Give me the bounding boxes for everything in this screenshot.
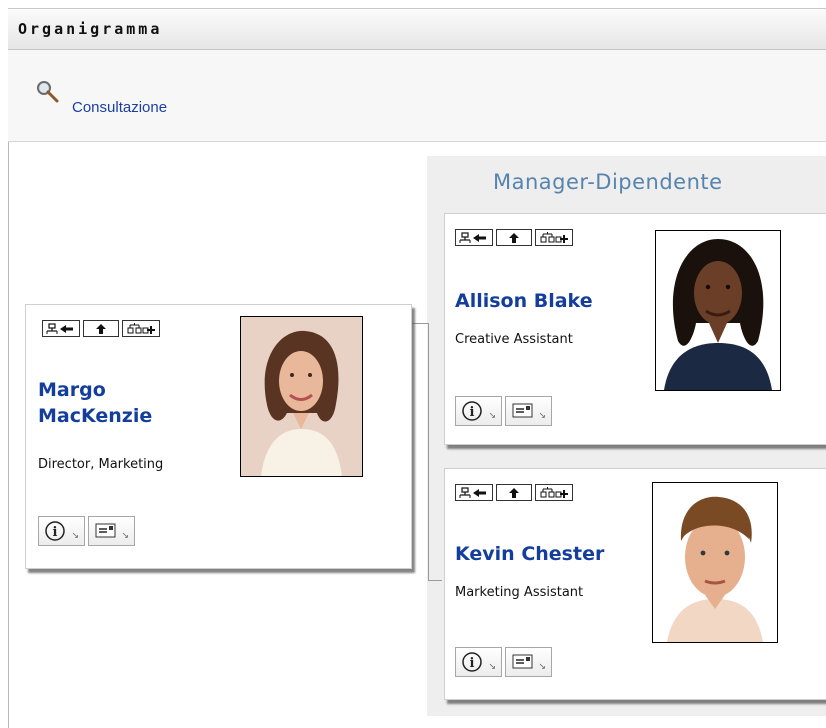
go-up-icon	[509, 232, 519, 243]
go-up-button[interactable]	[496, 484, 532, 501]
email-icon	[512, 654, 533, 669]
person-name-link[interactable]: Allison Blake	[455, 288, 593, 314]
go-up-button[interactable]	[496, 229, 532, 246]
connector-line	[412, 323, 429, 324]
go-up-button[interactable]	[83, 320, 119, 337]
card-nav	[455, 229, 573, 246]
show-reports-icon	[540, 231, 568, 243]
lookup-link[interactable]: Consultazione	[72, 99, 167, 116]
info-icon: i	[45, 521, 65, 541]
card-actions: i ↘ ↘	[455, 647, 552, 677]
go-up-icon	[96, 323, 106, 334]
connector-line	[428, 580, 442, 581]
title-bar: Organigramma	[8, 8, 826, 50]
magnifier-icon[interactable]	[36, 80, 60, 104]
email-icon	[512, 403, 533, 418]
show-reports-icon	[127, 322, 155, 334]
svg-text:i: i	[470, 405, 475, 420]
person-photo	[655, 230, 781, 391]
show-reports-icon	[540, 486, 568, 498]
show-reports-button[interactable]	[535, 484, 573, 501]
card-nav	[42, 320, 160, 337]
panel-title: Manager-Dipendente	[493, 170, 723, 194]
info-icon: i	[462, 652, 482, 672]
show-reports-button[interactable]	[535, 229, 573, 246]
card-actions: i ↘ ↘	[38, 516, 135, 546]
card-nav	[455, 484, 573, 501]
person-role: Marketing Assistant	[455, 585, 584, 600]
card-actions: i ↘ ↘	[455, 396, 552, 426]
show-manager-button[interactable]	[455, 484, 493, 501]
person-photo	[240, 316, 363, 477]
email-button[interactable]: ↘	[88, 516, 135, 546]
email-button[interactable]: ↘	[505, 647, 552, 677]
toolbar	[8, 50, 826, 142]
connector-line	[428, 323, 429, 581]
info-icon: i	[462, 401, 482, 421]
info-button[interactable]: i ↘	[455, 396, 502, 426]
email-icon	[95, 523, 116, 538]
person-role: Director, Marketing	[38, 457, 164, 472]
svg-text:i: i	[470, 656, 475, 671]
person-role: Creative Assistant	[455, 332, 573, 347]
show-manager-icon	[459, 231, 486, 243]
svg-text:i: i	[53, 525, 58, 540]
info-button[interactable]: i ↘	[455, 647, 502, 677]
person-name-link[interactable]: Margo MacKenzie	[38, 377, 198, 429]
info-button[interactable]: i ↘	[38, 516, 85, 546]
go-up-icon	[509, 487, 519, 498]
person-photo	[652, 482, 778, 643]
show-manager-button[interactable]	[42, 320, 80, 337]
show-reports-button[interactable]	[122, 320, 160, 337]
person-name-link[interactable]: Kevin Chester	[455, 541, 604, 567]
window-title: Organigramma	[18, 20, 163, 38]
show-manager-icon	[459, 486, 486, 498]
show-manager-button[interactable]	[455, 229, 493, 246]
email-button[interactable]: ↘	[505, 396, 552, 426]
show-manager-icon	[46, 322, 73, 334]
